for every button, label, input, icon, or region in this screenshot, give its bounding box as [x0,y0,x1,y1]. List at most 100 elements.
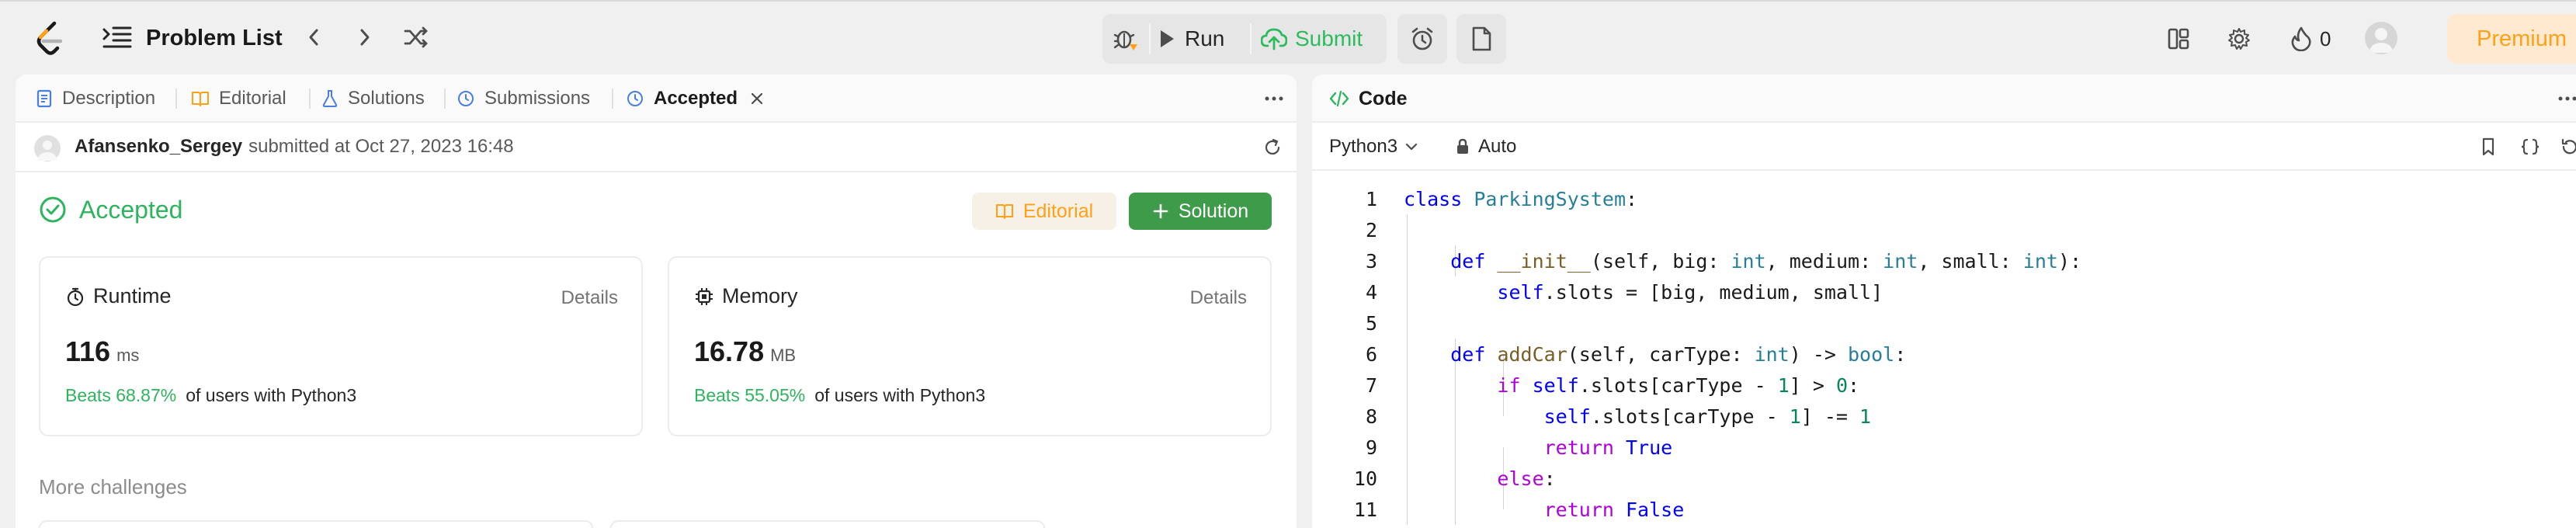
prev-problem-button[interactable] [298,22,329,53]
streak-count: 0 [2320,27,2331,50]
code-line: 8 self.slots[carType - 1] -= 1 [1365,405,1872,428]
memory-details-link[interactable]: Details [1190,287,1247,309]
tab-code[interactable]: Code [1329,75,1408,123]
shuffle-icon [404,26,428,48]
runtime-beats: Beats 68.87% [65,385,177,405]
document-icon [36,89,52,108]
tab-accepted[interactable]: Accepted [626,75,738,123]
leetcode-logo-icon[interactable] [34,20,67,56]
ellipsis-icon [2558,96,2576,101]
reset-icon [2561,138,2576,155]
debug-button[interactable] [1102,14,1149,64]
code-line: 6 def addCar(self, carType: int) -> bool… [1365,342,1907,366]
user-avatar-icon [2369,28,2394,53]
premium-button[interactable]: Premium [2447,14,2576,64]
code-line: 2 [1365,218,1377,241]
refresh-icon [1265,138,1280,155]
problem-list-link[interactable]: Problem List [146,23,283,53]
memory-beats: Beats 55.05% [694,385,806,405]
play-icon [1161,30,1174,47]
layout-icon [2168,28,2189,50]
bug-icon [1113,30,1137,50]
note-icon [1472,26,1491,51]
code-line: 1 class ParkingSystem: [1365,187,1638,210]
runtime-card[interactable]: Runtime Details 116 ms Beats 68.87% of u… [39,256,643,436]
run-button[interactable]: Run [1158,14,1244,64]
submission-status: Accepted [39,193,182,227]
more-options-button[interactable] [1261,87,1287,110]
memory-beats-suffix: of users with Python3 [814,385,986,405]
tab-editorial[interactable]: Editorial [191,75,286,123]
challenge-card[interactable] [610,520,1045,528]
more-challenges-heading: More challenges [39,475,187,498]
next-problem-button[interactable] [349,22,380,53]
run-submit-group: Run Submit [1102,14,1387,64]
plus-icon [1153,203,1168,219]
braces-icon [2521,138,2540,155]
book-icon [995,204,1013,219]
check-circle-icon [40,196,66,223]
code-line: 5 [1365,311,1377,335]
submission-meta: Afansenko_Sergey submitted at Oct 27, 20… [16,123,1297,172]
memory-chip-icon [696,287,713,305]
chevron-right-icon [360,29,370,46]
editorial-button[interactable]: Editorial [972,193,1116,230]
language-select[interactable]: Python3 [1329,123,1418,171]
bookmark-icon [2482,137,2494,156]
settings-button[interactable] [2224,23,2255,54]
gear-icon [2228,28,2250,50]
runtime-title: Runtime [93,284,172,307]
code-toolbar: Python3 Auto [1312,123,2576,171]
cloud-upload-icon [1261,28,1287,50]
format-code-button[interactable] [2519,135,2542,158]
stopwatch-icon [67,287,84,306]
avatar[interactable] [34,135,61,162]
timer-button[interactable] [1397,14,1447,64]
memory-value: 16.78 [694,335,765,367]
code-line: 11 return False [1353,498,1685,521]
memory-card[interactable]: Memory Details 16.78 MB Beats 55.05% of … [668,256,1272,436]
history-icon [627,91,643,106]
tab-description[interactable]: Description [36,75,155,123]
code-more-options-button[interactable] [2554,87,2576,110]
tab-submissions[interactable]: Submissions [457,75,590,123]
user-avatar-icon [37,141,57,161]
code-editor[interactable]: 1 class ParkingSystem: 2 3 def __init__(… [1312,183,2576,528]
streak-button[interactable] [2286,23,2317,54]
refresh-button[interactable] [1262,137,1283,158]
status-title: Accepted [79,195,183,224]
layout-button[interactable] [2163,23,2194,54]
problem-list-icon[interactable] [101,23,134,53]
book-icon [192,92,209,106]
flask-icon [322,90,338,107]
tab-solutions[interactable]: Solutions [321,75,425,123]
submission-panel: Description Editorial Solutions Submissi… [16,75,1297,528]
runtime-value: 116 [65,335,111,367]
code-line: 3 def __init__(self, big: int, medium: i… [1365,249,2082,273]
challenge-card[interactable] [39,520,593,528]
random-problem-button[interactable] [401,22,432,53]
bookmark-button[interactable] [2477,135,2500,158]
submit-button[interactable]: Submit [1261,14,1385,64]
ellipsis-icon [1265,96,1283,101]
notes-button[interactable] [1456,14,1506,64]
avatar[interactable] [2365,22,2397,54]
post-solution-button[interactable]: Solution [1129,193,1272,230]
runtime-details-link[interactable]: Details [561,287,618,309]
chevron-left-icon [309,29,318,46]
top-navbar: Problem List Run Submit 0 Premium [0,0,2576,75]
alarm-clock-icon [1411,27,1433,50]
flame-icon [2291,26,2311,51]
code-panel: Code Python3 Auto 1 class ParkingSystem:… [1312,75,2576,528]
runtime-unit: ms [116,346,140,365]
auto-mode-toggle[interactable]: Auto [1455,123,1516,171]
reset-code-button[interactable] [2557,135,2576,158]
username-link[interactable]: Afansenko_Sergey [75,136,242,158]
code-header: Code [1312,75,2576,123]
runtime-beats-suffix: of users with Python3 [186,385,357,405]
code-line: 4 self.slots = [big, medium, small] [1365,280,1883,304]
close-tab-button[interactable] [747,89,767,109]
code-icon [1329,90,1349,107]
submitted-at-text: submitted at Oct 27, 2023 16:48 [248,136,514,157]
code-line: 9 return True [1365,436,1673,459]
